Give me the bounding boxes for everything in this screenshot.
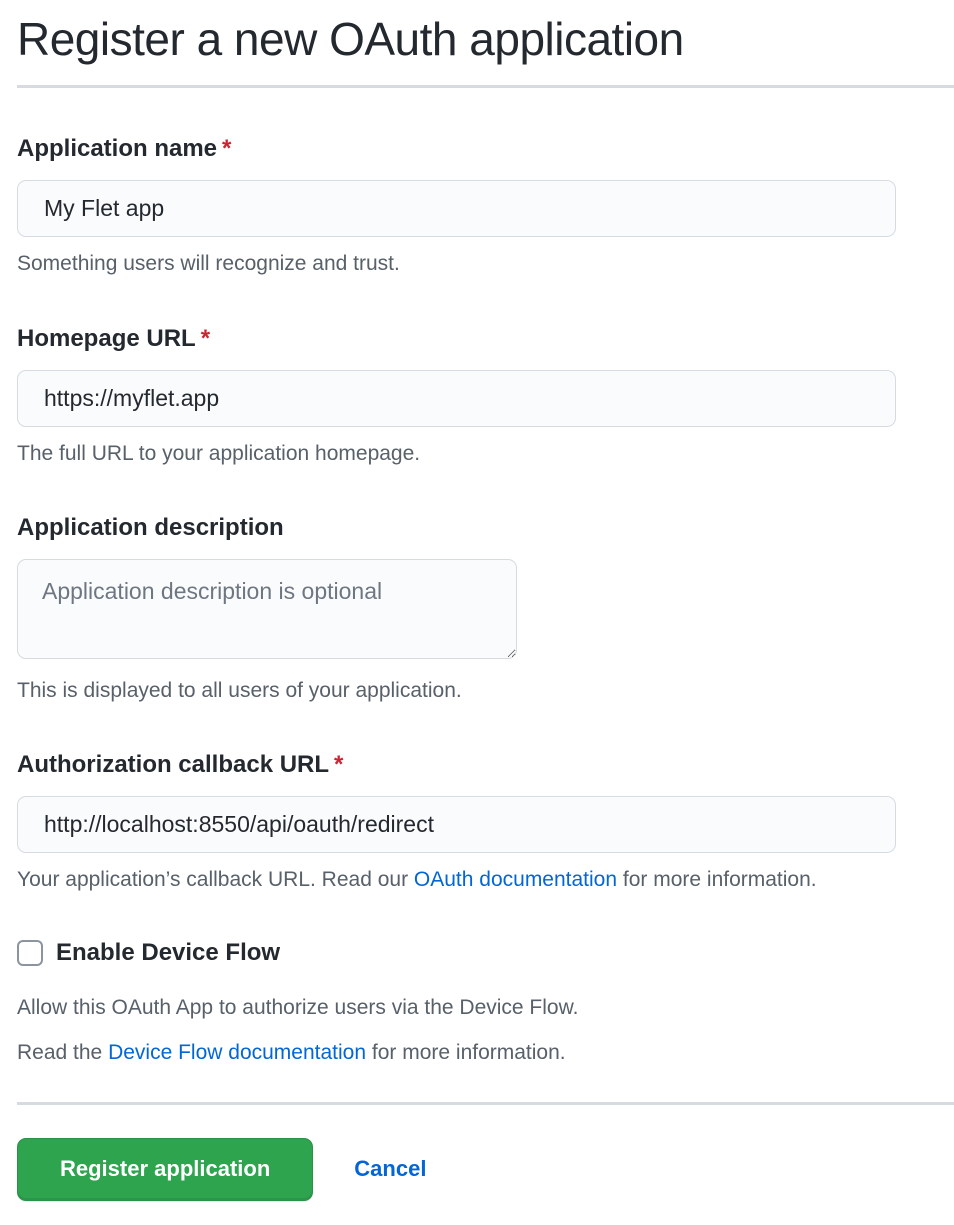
required-asterisk: * (222, 135, 231, 162)
required-asterisk: * (334, 751, 343, 778)
enable-device-flow-checkbox[interactable] (17, 940, 43, 966)
field-group-description: Application description This is displaye… (17, 513, 954, 704)
register-application-button[interactable]: Register application (17, 1138, 313, 1201)
enable-device-flow-label[interactable]: Enable Device Flow (56, 939, 280, 967)
callback-url-label-text: Authorization callback URL (17, 751, 329, 778)
oauth-app-form: Application name* Something users will r… (17, 134, 954, 1200)
callback-url-label: Authorization callback URL* (17, 750, 954, 780)
actions-divider (17, 1102, 954, 1105)
application-name-input[interactable] (17, 180, 896, 237)
description-help: This is displayed to all users of your a… (17, 678, 954, 704)
device-flow-docs-prefix: Read the (17, 1041, 108, 1064)
homepage-url-help: The full URL to your application homepag… (17, 441, 954, 467)
callback-url-help: Your application’s callback URL. Read ou… (17, 867, 954, 893)
device-flow-docs: Read the Device Flow documentation for m… (17, 1040, 954, 1066)
form-actions: Register application Cancel (17, 1138, 954, 1201)
device-flow-row: Enable Device Flow (17, 939, 954, 967)
title-divider (17, 85, 954, 88)
description-label-text: Application description (17, 514, 284, 541)
callback-url-input[interactable] (17, 796, 896, 853)
homepage-url-label: Homepage URL* (17, 324, 954, 354)
homepage-url-label-text: Homepage URL (17, 325, 196, 352)
device-flow-documentation-link[interactable]: Device Flow documentation (108, 1041, 366, 1064)
field-group-application-name: Application name* Something users will r… (17, 134, 954, 277)
callback-url-help-suffix: for more information. (617, 868, 817, 891)
application-name-help: Something users will recognize and trust… (17, 251, 954, 277)
required-asterisk: * (201, 325, 210, 352)
homepage-url-input[interactable] (17, 370, 896, 427)
description-label: Application description (17, 513, 954, 543)
callback-url-help-prefix: Your application’s callback URL. Read ou… (17, 868, 414, 891)
oauth-register-page: Register a new OAuth application Applica… (0, 10, 954, 1225)
application-name-label-text: Application name (17, 135, 217, 162)
page-title: Register a new OAuth application (17, 10, 954, 68)
field-group-homepage-url: Homepage URL* The full URL to your appli… (17, 324, 954, 467)
device-flow-help: Allow this OAuth App to authorize users … (17, 995, 954, 1021)
device-flow-docs-suffix: for more information. (366, 1041, 566, 1064)
cancel-link[interactable]: Cancel (354, 1156, 426, 1182)
oauth-documentation-link[interactable]: OAuth documentation (414, 868, 617, 891)
application-description-textarea[interactable] (17, 559, 517, 659)
field-group-callback-url: Authorization callback URL* Your applica… (17, 750, 954, 893)
application-name-label: Application name* (17, 134, 954, 164)
